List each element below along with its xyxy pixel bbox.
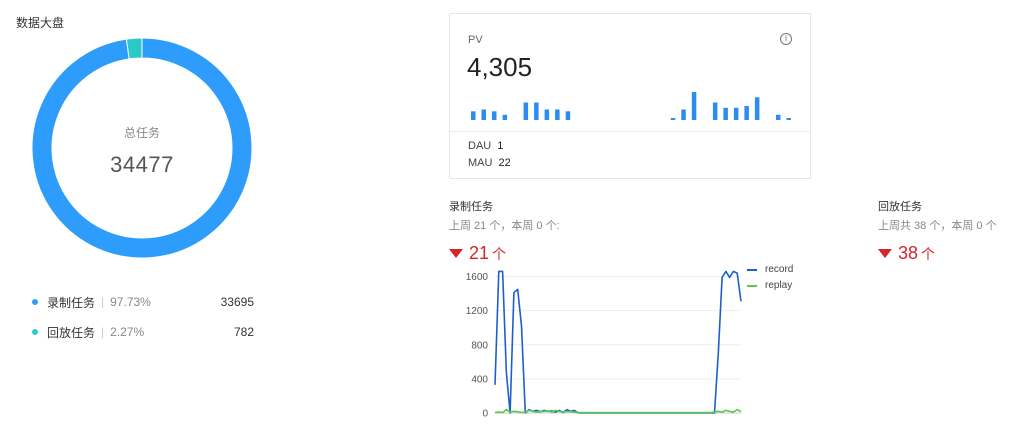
y-tick-label: 0 (482, 409, 488, 420)
info-icon[interactable]: i (780, 33, 792, 45)
pv-card: PV i 4,305 DAU 1 MAU 22 (449, 13, 811, 179)
pv-bar (776, 114, 781, 120)
pv-bar (534, 102, 539, 120)
stat-mau: MAU 22 (468, 157, 511, 169)
replay-task-block: 回放任务 上周共 38 个，本周 0 个 38 个 (878, 198, 997, 264)
replay-task-change: 38 个 (878, 243, 997, 264)
pv-bar (712, 102, 718, 120)
legend-divider: | (101, 325, 105, 339)
stat-label: MAU (468, 157, 493, 169)
stat-value: 1 (497, 140, 504, 152)
legend-swatch (747, 284, 757, 287)
pv-bar (544, 109, 550, 120)
legend-item-record[interactable]: 录制任务 | 97.73% 33695 (32, 292, 254, 312)
legend-percent: 2.27% (110, 325, 145, 339)
y-tick-label: 1200 (466, 306, 489, 317)
record-task-block: 录制任务 上周 21 个，本周 0 个: 21 个 (449, 198, 560, 264)
pv-bar (502, 114, 508, 120)
donut-slice-0 (32, 38, 252, 258)
pv-value: 4,305 (467, 52, 533, 82)
y-tick-label: 800 (471, 340, 488, 351)
legend-replay[interactable]: replay (747, 280, 792, 291)
donut-center-label: 总任务 (123, 126, 160, 140)
total-tasks-donut: 总任务 34477 (32, 38, 252, 258)
legend-value: 782 (233, 325, 254, 339)
donut-chart (32, 38, 252, 258)
donut-center-value: 34477 (110, 152, 174, 177)
tasks-line-chart: 0 400 800 1200 1600 record replay (449, 258, 809, 428)
replay-task-subtitle: 上周共 38 个，本周 0 个 (878, 220, 997, 232)
pv-bar (754, 97, 760, 120)
legend-percent: 97.73% (110, 295, 151, 309)
pv-bar (555, 109, 560, 120)
legend-name: 回放任务 (47, 325, 96, 340)
replay-task-title: 回放任务 (878, 201, 922, 213)
pv-bar (733, 107, 739, 120)
donut-slice-1 (125, 38, 143, 60)
pv-bar (670, 118, 676, 120)
stat-label: DAU (468, 140, 492, 152)
pv-bar (723, 107, 728, 120)
y-tick-label: 400 (471, 374, 488, 385)
pv-bar (691, 92, 697, 120)
pv-bar (786, 118, 791, 120)
down-arrow-icon (878, 249, 892, 258)
series-line-record (494, 270, 742, 414)
pv-bar (523, 102, 529, 120)
record-task-subtitle: 上周 21 个，本周 0 个: (449, 220, 560, 232)
legend-name: 录制任务 (47, 295, 96, 310)
pv-bar (681, 109, 686, 120)
down-arrow-icon (449, 249, 463, 258)
replay-task-change-value: 38 (898, 243, 919, 263)
legend-record[interactable]: record (747, 264, 793, 275)
legend-dot-replay (32, 329, 38, 335)
pv-bar (744, 106, 749, 120)
pv-mini-bar-chart (471, 92, 791, 120)
legend-divider: | (101, 295, 105, 309)
stat-value: 22 (498, 157, 511, 169)
dashboard-title: 数据大盘 (16, 16, 65, 30)
legend-dot-record (32, 299, 38, 305)
pv-bar (565, 111, 571, 120)
pv-bar (471, 111, 476, 120)
legend-label: replay (765, 280, 793, 291)
divider (450, 131, 810, 132)
legend-label: record (765, 264, 794, 275)
legend-swatch (747, 268, 757, 271)
pv-bar (481, 109, 486, 120)
replay-task-change-unit: 个 (921, 245, 936, 262)
legend-value: 33695 (220, 295, 254, 309)
y-tick-label: 1600 (466, 272, 489, 283)
pv-label: PV (468, 34, 483, 46)
pv-bar (492, 111, 497, 120)
record-task-title: 录制任务 (449, 201, 493, 213)
stat-dau: DAU 1 (468, 140, 503, 152)
legend-item-replay[interactable]: 回放任务 | 2.27% 782 (32, 322, 254, 342)
